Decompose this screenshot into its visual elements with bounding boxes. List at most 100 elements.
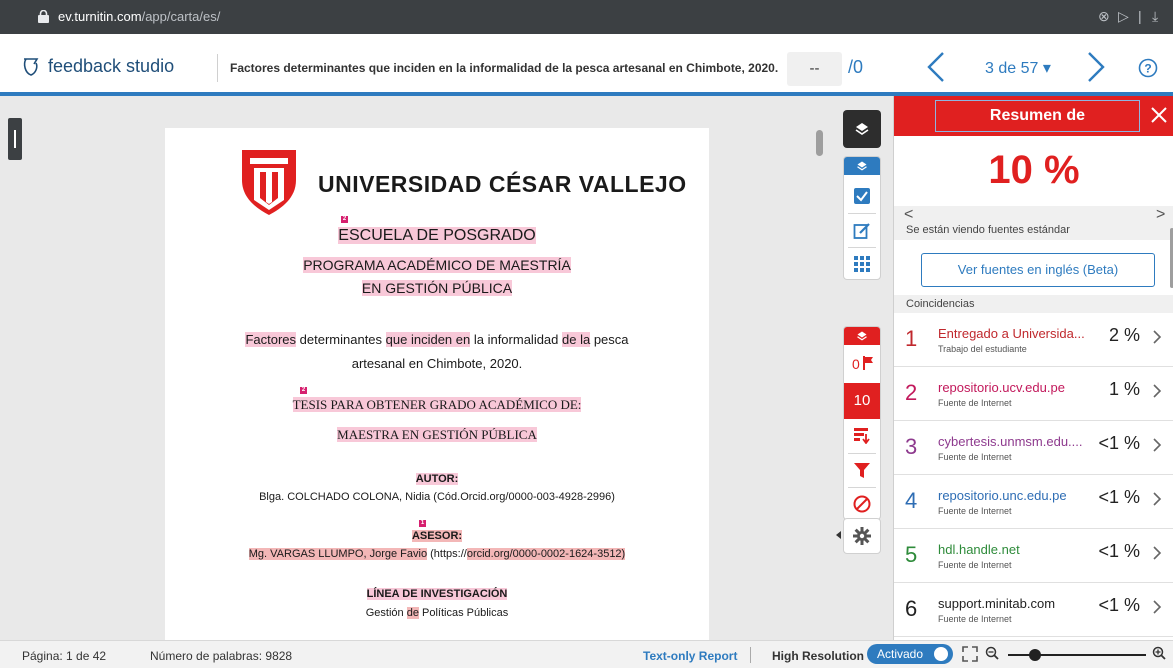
settings-button[interactable] bbox=[843, 518, 881, 554]
research-line-label[interactable]: LÍNEA DE INVESTIGACIÓN bbox=[366, 588, 508, 600]
program-text-1[interactable]: PROGRAMA ACADÉMICO DE MAESTRÍA bbox=[303, 257, 571, 273]
help-icon[interactable]: ? bbox=[1138, 58, 1158, 78]
program-text-2[interactable]: EN GESTIÓN PÚBLICA bbox=[361, 280, 513, 296]
zoom-out-icon[interactable] bbox=[985, 646, 999, 662]
match-percent: <1 % bbox=[1098, 433, 1140, 453]
similarity-layer-header[interactable] bbox=[844, 327, 880, 345]
edit-icon bbox=[853, 223, 870, 239]
chevron-right-icon[interactable] bbox=[1152, 437, 1162, 453]
match-row[interactable]: 2 repositorio.ucv.edu.pe Fuente de Interne… bbox=[894, 367, 1173, 421]
fullscreen-icon[interactable] bbox=[962, 646, 978, 662]
match-marker[interactable]: 2 bbox=[300, 387, 307, 394]
side-drawer-toggle[interactable] bbox=[8, 118, 22, 160]
research-line-match[interactable]: de bbox=[406, 607, 419, 619]
flag-icon bbox=[863, 356, 873, 370]
next-paper-icon[interactable] bbox=[1085, 50, 1107, 84]
match-source-type: Trabajo del estudiante bbox=[938, 344, 1027, 354]
settings-pointer bbox=[836, 531, 841, 539]
text-only-report-link[interactable]: Text-only Report bbox=[643, 649, 737, 663]
advisor-orcid[interactable]: orcid.org/0000-0002-1624-3512) bbox=[466, 548, 626, 560]
high-resolution-label: High Resolution bbox=[772, 649, 864, 663]
chevron-left-icon[interactable]: < bbox=[904, 206, 913, 224]
chevron-right-icon[interactable]: > bbox=[1156, 206, 1165, 224]
rubric-grid-button[interactable] bbox=[844, 247, 880, 281]
svg-text:?: ? bbox=[1144, 62, 1151, 76]
high-resolution-toggle[interactable]: Activado bbox=[867, 644, 953, 664]
author-label[interactable]: AUTOR: bbox=[415, 473, 459, 485]
filter-button[interactable] bbox=[844, 453, 880, 487]
match-row[interactable]: 1 Entregado a Universida... Trabajo del es… bbox=[894, 313, 1173, 367]
match-number: 4 bbox=[905, 488, 918, 513]
previous-paper-icon[interactable] bbox=[925, 50, 947, 84]
chevron-right-icon[interactable] bbox=[1152, 599, 1162, 615]
chevron-right-icon[interactable] bbox=[1152, 329, 1162, 345]
all-sources-button[interactable] bbox=[844, 419, 880, 453]
zoom-in-icon[interactable] bbox=[1152, 646, 1166, 662]
match-percent: <1 % bbox=[1098, 595, 1140, 615]
document-scrollbar[interactable] bbox=[816, 130, 823, 156]
browser-address-bar: ev.turnitin.com/app/carta/es/ ⊗ ▷ | ⤓ bbox=[0, 0, 1173, 34]
advisor-label-line: ASESOR: bbox=[165, 530, 709, 542]
match-number: 1 bbox=[905, 326, 918, 351]
title-match-2[interactable]: que inciden en bbox=[385, 332, 471, 347]
match-row[interactable]: 6 support.minitab.com Fuente de Internet <1… bbox=[894, 583, 1173, 637]
exclusions-button[interactable] bbox=[844, 487, 880, 521]
url-path: /app/carta/es/ bbox=[141, 9, 221, 24]
layers-button[interactable] bbox=[843, 110, 881, 148]
thesis-degree-text-2[interactable]: MAESTRA EN GESTIÓN PÚBLICA bbox=[337, 427, 537, 442]
match-percent: <1 % bbox=[1098, 487, 1140, 507]
author-label-line: AUTOR: bbox=[165, 473, 709, 485]
grid-icon bbox=[854, 256, 870, 272]
match-marker[interactable]: 2 bbox=[341, 216, 348, 223]
app-header: feedback studio Factores determinantes q… bbox=[0, 34, 1173, 96]
header-divider bbox=[217, 54, 218, 82]
send-icon[interactable]: ▷ bbox=[1118, 8, 1129, 25]
layers-icon bbox=[857, 161, 867, 171]
comment-edit-button[interactable] bbox=[844, 215, 880, 249]
rubric-check-button[interactable] bbox=[844, 181, 880, 215]
advisor-name[interactable]: Mg. VARGAS LLUMPO, Jorge Favio bbox=[248, 548, 428, 560]
grading-tools-group bbox=[843, 156, 881, 280]
close-circle-icon[interactable]: ⊗ bbox=[1098, 8, 1110, 25]
source-nav-strip: < > Se están viendo fuentes estándar bbox=[894, 206, 1173, 240]
grading-layer-header[interactable] bbox=[844, 157, 880, 175]
match-marker[interactable]: 1 bbox=[419, 520, 426, 527]
match-percent: 1 % bbox=[1108, 379, 1140, 399]
thesis-degree-text-1[interactable]: TESIS PARA OBTENER GRADO ACADÉMICO DE: bbox=[292, 397, 582, 412]
title-match-3[interactable]: de la bbox=[562, 332, 591, 347]
toggle-label: Activado bbox=[877, 647, 924, 661]
chevron-right-icon[interactable] bbox=[1152, 545, 1162, 561]
advisor-label[interactable]: ASESOR: bbox=[411, 530, 463, 542]
download-icon[interactable]: ⤓ bbox=[1152, 8, 1158, 25]
flag-count: 0 bbox=[852, 356, 860, 372]
match-source-type: Fuente de Internet bbox=[938, 560, 1012, 570]
program-line-2: EN GESTIÓN PÚBLICA bbox=[165, 280, 709, 296]
close-icon[interactable] bbox=[1150, 106, 1168, 124]
school-text[interactable]: ESCUELA DE POSGRADO bbox=[338, 227, 536, 244]
url-host: ev.turnitin.com bbox=[58, 9, 142, 24]
gear-icon bbox=[853, 527, 871, 545]
title-match-1[interactable]: Factores bbox=[245, 332, 297, 347]
sort-list-icon bbox=[854, 428, 870, 444]
paper-selector[interactable]: 3 de 57 ▾ bbox=[985, 58, 1051, 78]
status-bar: Página: 1 de 42 Número de palabras: 9828… bbox=[0, 640, 1173, 668]
match-row[interactable]: 4 repositorio.unc.edu.pe Fuente de Interne… bbox=[894, 475, 1173, 529]
advisor-mid: (https:// bbox=[427, 548, 467, 560]
match-row[interactable]: 5 hdl.handle.net Fuente de Internet <1 % bbox=[894, 529, 1173, 583]
toggle-knob bbox=[934, 647, 948, 661]
match-percent: 2 % bbox=[1108, 325, 1140, 345]
grade-input[interactable]: -- bbox=[787, 52, 842, 86]
app-logo-text[interactable]: feedback studio bbox=[48, 56, 174, 77]
english-sources-button[interactable]: Ver fuentes en inglés (Beta) bbox=[921, 253, 1155, 287]
chevron-right-icon[interactable] bbox=[1152, 491, 1162, 507]
url-text[interactable]: ev.turnitin.com/app/carta/es/ bbox=[58, 9, 220, 24]
thesis-title-line-1: Factores determinantes que inciden en la… bbox=[165, 332, 709, 347]
match-percent: <1 % bbox=[1098, 541, 1140, 561]
chevron-right-icon[interactable] bbox=[1152, 383, 1162, 399]
university-name: UNIVERSIDAD CÉSAR VALLEJO bbox=[318, 171, 687, 197]
match-overview-button[interactable]: 10 bbox=[844, 383, 880, 419]
match-row[interactable]: 3 cybertesis.unmsm.edu.... Fuente de Inter… bbox=[894, 421, 1173, 475]
match-source-type: Fuente de Internet bbox=[938, 506, 1012, 516]
zoom-slider-thumb[interactable] bbox=[1029, 649, 1041, 661]
flags-button[interactable]: 0 bbox=[844, 347, 880, 381]
